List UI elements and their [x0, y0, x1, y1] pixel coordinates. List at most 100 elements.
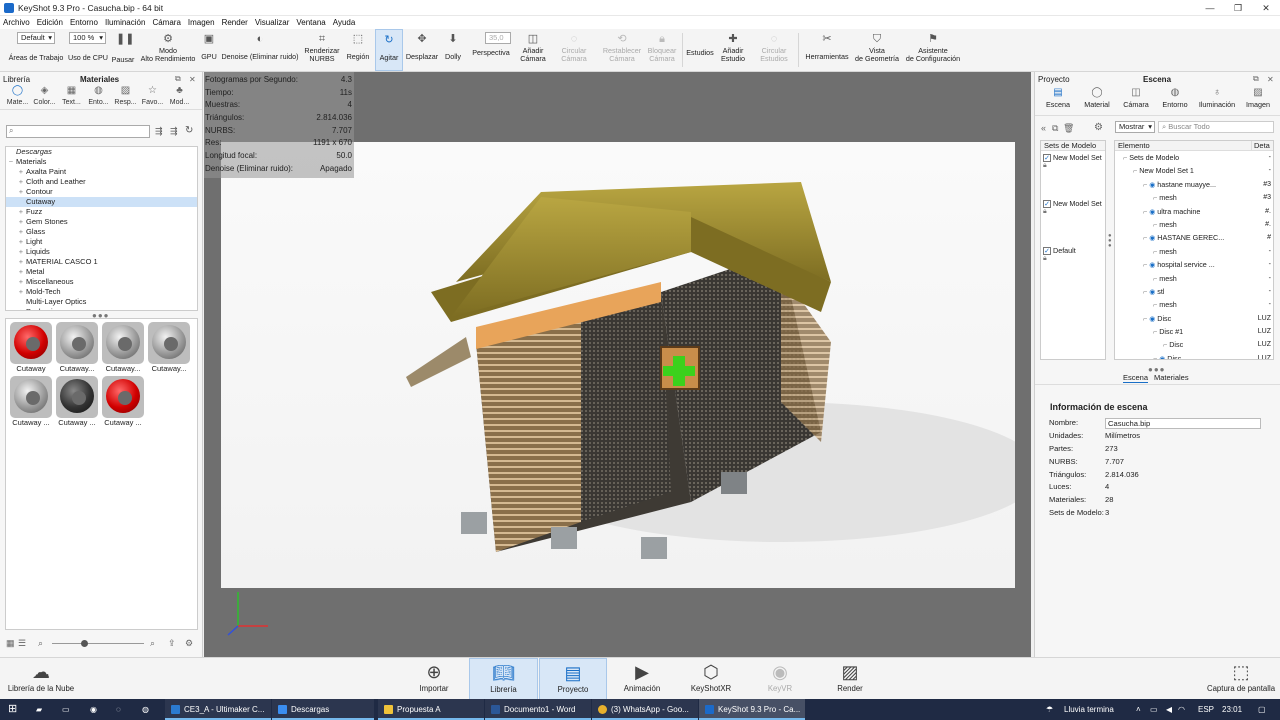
tree-item[interactable]: Cutaway [6, 197, 197, 207]
menu-camara[interactable]: Cámara [152, 18, 180, 27]
steam-icon[interactable]: ◌ [116, 699, 121, 720]
gear-icon[interactable]: ⚙ [1094, 122, 1103, 133]
expand-icon[interactable]: + [16, 287, 26, 297]
taskbar-app-propuesta[interactable]: Propuesta A [378, 699, 484, 720]
collapse-icon[interactable]: « [1041, 123, 1046, 133]
file-explorer-icon[interactable]: ▰ [36, 699, 42, 720]
tab-colors[interactable]: ◈ Color... [31, 86, 58, 109]
tree-item[interactable]: + Fuzz [6, 207, 197, 217]
maximize-icon[interactable]: ❐ [1224, 0, 1252, 16]
subtab-scene[interactable]: Escena [1123, 373, 1149, 383]
expand-icon[interactable]: + [16, 217, 26, 227]
project-button[interactable]: ▤ Proyecto [539, 658, 607, 700]
chrome-icon[interactable]: ◉ [90, 699, 97, 720]
tree-item[interactable]: + Liquids [6, 247, 197, 257]
expand-icon[interactable]: + [16, 187, 26, 197]
expand-icon[interactable]: + [16, 237, 26, 247]
scene-tree-item[interactable]: ⌐ ◉ ultra machine #. [1115, 205, 1273, 218]
scene-tree-item[interactable]: ⌐ mesh - [1115, 298, 1273, 311]
grid-view-icon[interactable]: ▦ [6, 638, 15, 649]
keyshotxr-button[interactable]: ⬡ KeyShotXR [688, 658, 734, 700]
menu-entorno[interactable]: Entorno [70, 18, 98, 27]
popout-icon[interactable]: ⧉ [175, 74, 181, 84]
checkbox[interactable]: ✓ [1043, 247, 1051, 256]
taskbar-app-downloads[interactable]: Descargas [272, 699, 374, 720]
scene-tree-item[interactable]: ⌐ ◉ stl - [1115, 285, 1273, 298]
tree-item[interactable]: + Metal [6, 267, 197, 277]
import-button[interactable]: ⊕ Importar [412, 658, 456, 700]
tree-item[interactable]: + Mold-Tech [6, 287, 197, 297]
lock-camera-button[interactable]: 🔒︎ Bloquear Cámara [646, 29, 678, 71]
add-camera-button[interactable]: ◫ Añadir Cámara [516, 29, 550, 71]
gpu-button[interactable]: ▣ GPU [200, 29, 218, 71]
weather-icon[interactable]: ☂ [1046, 699, 1053, 720]
scene-tree-item[interactable]: ⌐ New Model Set 1- [1115, 164, 1273, 177]
expand-icon[interactable]: + [16, 247, 26, 257]
scene-search-input[interactable]: ⌕ Buscar Todo [1158, 121, 1274, 133]
taskbar-app-whatsapp[interactable]: (3) WhatsApp - Goo... [592, 699, 698, 720]
expand-icon[interactable]: + [16, 257, 26, 267]
tab-scene[interactable]: ▤ Escena [1039, 88, 1077, 109]
notification-icon[interactable]: ▢ [1258, 699, 1266, 720]
tab-material[interactable]: ◯ Material [1078, 88, 1116, 109]
tree-item[interactable]: + Cloth and Leather [6, 177, 197, 187]
thumbnail-size-slider[interactable] [52, 643, 144, 644]
scene-tree-item[interactable]: ⌐ mesh #3 [1115, 191, 1273, 204]
tray-chevron-icon[interactable]: ˄ [1136, 699, 1141, 720]
perspective-button[interactable]: Perspectiva [469, 29, 513, 71]
scene-tree-item[interactable]: ⌐ Disc #1 LUZ [1115, 325, 1273, 338]
tab-environment[interactable]: ◍ Entorno [1156, 88, 1194, 109]
windows-start-icon[interactable]: ⊞ [8, 699, 17, 720]
performance-mode-button[interactable]: ⚙ Modo Alto Rendimiento [138, 29, 198, 71]
expand-icon[interactable]: + [16, 167, 26, 177]
tools-button[interactable]: ✂ Herramientas [803, 29, 851, 71]
material-thumbnail[interactable]: Cutaway [9, 322, 53, 373]
pause-button[interactable]: ❚❚ Pausar [110, 29, 136, 71]
copy-icon[interactable]: ⧉ [1052, 123, 1058, 134]
tree-item[interactable]: + Miscellaneous [6, 277, 197, 287]
render-nurbs-button[interactable]: ⌗ Renderizar NURBS [302, 29, 342, 71]
dolly-button[interactable]: ⬇ Dolly [441, 29, 465, 71]
upload-icon[interactable]: ⇪ [168, 638, 176, 649]
scene-name-field[interactable]: Casucha.bip [1105, 418, 1261, 429]
close-icon[interactable]: ✕ [1252, 0, 1280, 16]
taskbar-app-word[interactable]: Documento1 - Word [485, 699, 591, 720]
scene-tree-item[interactable]: ⌐ Sets de Modelo - [1115, 151, 1273, 164]
scene-tree-item[interactable]: ⌐ ◉ hospital service ... - [1115, 258, 1273, 271]
clock[interactable]: 23:01 [1222, 699, 1242, 720]
tree-item[interactable]: + MATERIAL CASCO 1 [6, 257, 197, 267]
expand-icon[interactable]: + [16, 227, 26, 237]
refresh-icon[interactable]: ↻ [185, 125, 193, 136]
denoise-button[interactable]: ◐ Denoise (Eliminar ruido) [220, 29, 300, 71]
minimize-icon[interactable]: — [1196, 0, 1224, 16]
pan-button[interactable]: ✥ Desplazar [405, 29, 439, 71]
tab-favorites[interactable]: ☆ Favo... [139, 86, 166, 109]
tree-item[interactable]: Descargas [6, 147, 197, 157]
menu-ayuda[interactable]: Ayuda [333, 18, 356, 27]
config-wizard-button[interactable]: ⚑ Asistente de Configuración [903, 29, 963, 71]
tree-item[interactable]: − Materials [6, 157, 197, 167]
screenshot-button[interactable]: ⬚ Captura de pantalla [1205, 658, 1277, 700]
tab-environments[interactable]: ◍ Ento... [85, 86, 112, 109]
wifi-icon[interactable]: ◠ [1178, 699, 1185, 720]
tree-item[interactable]: + Glass [6, 227, 197, 237]
taskbar-app-keyshot[interactable]: KeyShot 9.3 Pro - Ca... [699, 699, 805, 720]
library-button[interactable]: 📖︎ Librería [469, 658, 538, 700]
volume-icon[interactable]: ◀ [1166, 699, 1172, 720]
model-set-item[interactable]: ✓ Default 🔒︎ [1043, 246, 1076, 263]
folder-export-icon[interactable]: ⇶ [170, 126, 178, 137]
close-icon[interactable]: ✕ [189, 75, 196, 84]
model-set-item[interactable]: ✓ New Model Set 🔒︎ [1043, 199, 1102, 216]
list-view-icon[interactable]: ☰ [18, 638, 26, 649]
tab-image[interactable]: ▨ Imagen [1239, 88, 1277, 109]
scene-tree-item[interactable]: ⌐ mesh - [1115, 245, 1273, 258]
tree-item[interactable]: Multi-Layer Optics [6, 297, 197, 307]
slider-handle[interactable] [81, 640, 88, 647]
show-select[interactable]: Mostrar ▾ [1115, 121, 1155, 133]
scene-tree-item[interactable]: ⌐ ◉ HASTANE GEREC... # [1115, 231, 1273, 244]
settings-icon[interactable]: ⚙ [185, 638, 193, 649]
menu-ventana[interactable]: Ventana [296, 18, 325, 27]
keyvr-button[interactable]: ◉ KeyVR [762, 658, 798, 700]
add-studio-button[interactable]: ✚ Añadir Estudio [717, 29, 749, 71]
network-icon[interactable]: ▭ [1150, 699, 1158, 720]
